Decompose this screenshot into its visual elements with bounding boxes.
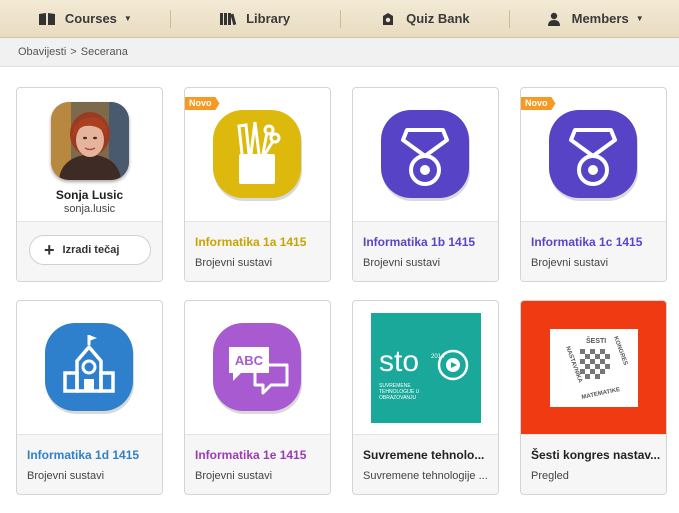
sto-logo-text: sto — [379, 345, 419, 378]
sto-logo-year: 2014 — [431, 354, 445, 360]
course-info: Informatika 1b 1415 Brojevni sustavi — [353, 221, 498, 281]
course-thumbnail — [17, 301, 162, 434]
course-subtitle: Brojevni sustavi — [27, 470, 105, 482]
course-info: Informatika 1c 1415 Brojevni sustavi — [521, 221, 666, 281]
course-info: Informatika 1d 1415 Brojevni sustavi — [17, 434, 162, 494]
user-icon — [547, 12, 560, 26]
course-subtitle: Brojevni sustavi — [195, 257, 273, 269]
create-course-button[interactable]: + Izradi tečaj — [29, 235, 151, 265]
nav-members[interactable]: Members ▼ — [509, 0, 679, 37]
avatar[interactable] — [51, 102, 129, 180]
nav-courses-label: Courses — [64, 11, 117, 26]
kongres-logo-text: ŠESTI — [586, 336, 606, 345]
nav-courses[interactable]: Courses ▼ — [0, 0, 170, 37]
course-card-1c[interactable]: Novo Informatika 1c 1415 Brojevni sustav… — [520, 87, 667, 282]
kongres-logo: ŠESTI NASTAVNIKA KONGRES MATEMATIKE — [549, 328, 638, 407]
course-subtitle: Brojevni sustavi — [363, 257, 441, 269]
medal-icon — [380, 109, 470, 201]
course-thumbnail: sto 2014 SUVREMENE TEHNOLOGIJE U OBRAZOV… — [353, 301, 498, 434]
course-info: Informatika 1a 1415 Brojevni sustavi — [185, 221, 330, 281]
profile-actions: + Izradi tečaj — [17, 221, 162, 281]
nav-library-label: Library — [246, 11, 291, 26]
course-title[interactable]: Informatika 1c 1415 — [531, 235, 661, 249]
school-icon — [44, 322, 134, 414]
create-course-label: Izradi tečaj — [62, 244, 120, 256]
course-card-suvremene[interactable]: sto 2014 SUVREMENE TEHNOLOGIJE U OBRAZOV… — [352, 300, 499, 495]
course-subtitle: Suvremene tehnologije ... — [363, 470, 488, 482]
course-title[interactable]: Šesti kongres nastav... — [531, 448, 661, 462]
nav-members-label: Members — [571, 11, 629, 26]
nav-library[interactable]: Library — [169, 0, 340, 37]
course-info: Suvremene tehnolo... Suvremene tehnologi… — [353, 434, 498, 494]
course-subtitle: Pregled — [531, 470, 569, 482]
chevron-down-icon: ▼ — [123, 14, 132, 23]
course-card-1b[interactable]: Informatika 1b 1415 Brojevni sustavi — [352, 87, 499, 282]
top-nav: Courses ▼ Library Quiz Bank Members ▼ — [0, 0, 679, 38]
nav-quiz-bank-label: Quiz Bank — [406, 11, 470, 26]
profile-name: Sonja Lusic — [55, 188, 124, 202]
profile-card: Sonja Lusic sonja.lusic + Izradi tečaj — [16, 87, 163, 282]
new-badge: Novo — [521, 97, 556, 110]
nav-quiz-bank[interactable]: Quiz Bank — [339, 0, 510, 37]
breadcrumb-current: Secerana — [80, 46, 128, 58]
svg-text:ABC: ABC — [234, 353, 263, 368]
profile-username: sonja.lusic — [63, 203, 116, 215]
chat-abc-icon: ABC — [212, 322, 302, 414]
course-info: Šesti kongres nastav... Pregled — [521, 434, 666, 494]
quiz-icon — [383, 12, 394, 25]
plus-icon: + — [44, 240, 55, 260]
course-subtitle: Brojevni sustavi — [531, 257, 609, 269]
course-thumbnail: ABC — [185, 301, 330, 434]
pencil-cup-icon — [212, 109, 302, 201]
breadcrumb-separator: > — [70, 46, 77, 58]
course-thumbnail: ŠESTI NASTAVNIKA KONGRES MATEMATIKE — [521, 301, 666, 434]
book-icon — [38, 12, 55, 25]
medal-icon — [548, 109, 638, 201]
library-icon — [220, 12, 237, 25]
course-title[interactable]: Informatika 1d 1415 — [27, 448, 157, 462]
sto-logo: sto 2014 SUVREMENE TEHNOLOGIJE U OBRAZOV… — [370, 312, 481, 423]
chevron-down-icon: ▼ — [635, 14, 644, 23]
course-card-1d[interactable]: Informatika 1d 1415 Brojevni sustavi — [16, 300, 163, 495]
course-title[interactable]: Informatika 1a 1415 — [195, 235, 325, 249]
breadcrumb: Obavijesti > Secerana — [0, 38, 679, 67]
course-title[interactable]: Suvremene tehnolo... — [363, 448, 493, 462]
course-card-1a[interactable]: Novo Informatika 1a 1415 Brojevni sustav… — [184, 87, 331, 282]
course-subtitle: Brojevni sustavi — [195, 470, 273, 482]
course-title[interactable]: Informatika 1e 1415 — [195, 448, 325, 462]
new-badge: Novo — [185, 97, 220, 110]
sto-logo-caption: OBRAZOVANJU — [379, 395, 417, 401]
course-info: Informatika 1e 1415 Brojevni sustavi — [185, 434, 330, 494]
breadcrumb-root[interactable]: Obavijesti — [18, 46, 66, 58]
course-title[interactable]: Informatika 1b 1415 — [363, 235, 493, 249]
course-thumbnail — [353, 88, 498, 221]
course-card-1e[interactable]: ABC Informatika 1e 1415 Brojevni sustavi — [184, 300, 331, 495]
course-card-kongres[interactable]: ŠESTI NASTAVNIKA KONGRES MATEMATIKE Šest… — [520, 300, 667, 495]
